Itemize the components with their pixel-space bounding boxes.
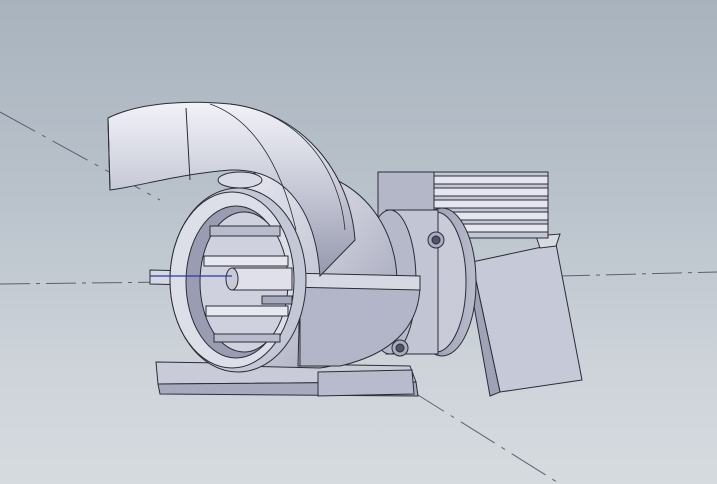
- cad-viewport[interactable]: [0, 0, 717, 484]
- support-bracket: [467, 233, 583, 397]
- pump-3d-model[interactable]: [0, 0, 717, 484]
